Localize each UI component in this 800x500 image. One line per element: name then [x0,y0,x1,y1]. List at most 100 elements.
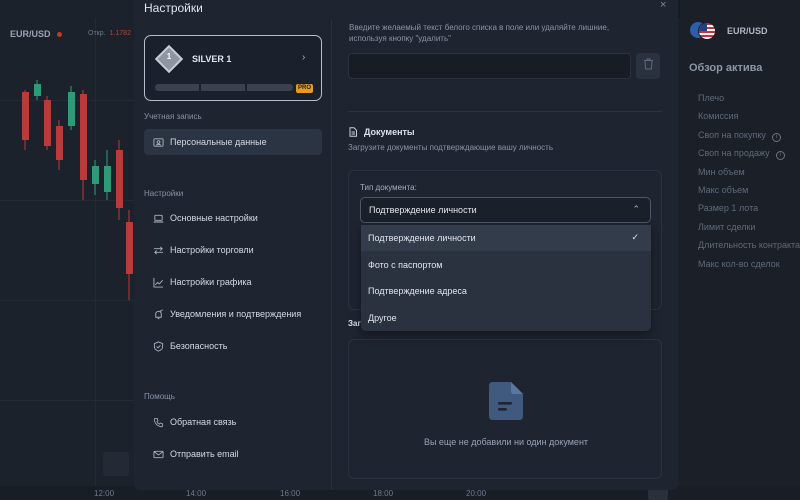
live-indicator-dot [57,32,62,37]
nav-item-chart-settings[interactable]: Настройки графика [144,269,322,295]
delete-button[interactable] [636,53,660,79]
nav-item-personal-data[interactable]: Персональные данные [144,129,322,155]
dropdown-option[interactable]: Подтверждение адреса [361,278,651,304]
candle-body [68,92,75,126]
nav-item-notifications[interactable]: Уведомления и подтверждения [144,301,322,327]
time-tick: 14:00 [186,489,207,498]
dropdown-option[interactable]: Другое [361,305,651,331]
nav-item-send-email[interactable]: Отправить email [144,441,322,467]
time-tick: 20:00 [466,489,487,498]
exchange-arrows-icon [153,245,164,256]
candle-body [104,166,111,192]
mail-icon [153,449,164,460]
document-type-dropdown: Подтверждение личности ✓ Фото с паспорто… [361,225,651,331]
bell-check-icon [153,308,164,320]
nav-item-label: Уведомления и подтверждения [170,309,302,319]
pro-badge: PRO [296,84,314,93]
dropdown-option[interactable]: Фото с паспортом [361,252,651,278]
asset-field: Плечо [698,93,725,103]
document-type-selected: Подтверждение личности [369,205,477,215]
asset-field: Мин объем [698,166,745,177]
document-type-select[interactable]: Подтверждение личности ⌃ [360,197,651,223]
uploaded-documents-label: Загруженные документы [348,319,362,328]
option-label: Подтверждение личности [368,233,476,243]
asset-field: Своп на покупку i [698,130,800,148]
candle-body [22,92,29,140]
laptop-icon [153,213,164,224]
level-card[interactable]: 1 SILVER 1 › PRO [144,35,322,101]
level-name: SILVER 1 [192,54,232,64]
id-card-icon [153,137,164,148]
chart-scroll-button[interactable] [103,452,129,476]
section-label-help: Помощь [144,392,175,401]
candle-body [116,150,123,208]
price-chart [0,0,140,500]
candle-body [44,100,51,146]
currency-flags-icon [690,22,722,40]
section-divider [348,111,662,112]
phone-icon [153,417,164,428]
candle-body [126,222,133,274]
nav-item-label: Персональные данные [170,137,267,147]
chevron-up-icon: ⌃ [632,204,640,214]
info-icon[interactable]: i [771,132,781,142]
documents-header: Документы [348,127,415,137]
candlestick-series [22,80,133,300]
option-label: Подтверждение адреса [368,286,467,296]
uploaded-documents-box: Вы еще не добавили ни один документ [348,339,662,479]
info-icon[interactable]: i [775,151,785,161]
candle-body [80,94,87,180]
nav-item-label: Безопасность [170,341,228,351]
settings-sidebar: 1 SILVER 1 › PRO Учетная запись Персонал… [134,20,332,490]
open-price-label: Откр. [88,30,106,37]
candle-body [92,166,99,184]
asset-field: Размер 1 лота [698,203,759,214]
nav-item-label: Обратная связь [170,417,237,427]
documents-title: Документы [364,127,415,137]
documents-subtitle: Загрузите документы подтверждающие вашу … [348,143,554,152]
nav-item-label: Основные настройки [170,213,258,223]
document-icon [348,127,358,137]
modal-title: Настройки [144,1,203,15]
nav-item-general-settings[interactable]: Основные настройки [144,205,322,231]
section-label-account: Учетная запись [144,112,202,121]
chevron-right-icon[interactable]: › [302,52,305,63]
asset-field: Макс кол-во сделок [698,258,780,269]
nav-item-trading-settings[interactable]: Настройки торговли [144,237,322,263]
option-label: Другое [368,313,397,323]
asset-field: Своп на продажу i [698,148,800,166]
asset-field: Макс объем [698,184,749,195]
time-tick: 12:00 [94,489,115,498]
progress-separator [245,84,247,91]
whitelist-input[interactable] [348,53,631,79]
candle-body [34,84,41,96]
asset-field: Лимит сделки [698,221,756,232]
option-label: Фото с паспортом [368,260,443,270]
us-flag-icon [698,22,716,40]
nav-item-label: Настройки торговли [170,245,254,255]
time-tick: 18:00 [373,489,394,498]
dropdown-option[interactable]: Подтверждение личности ✓ [361,225,651,251]
asset-field: Комиссия [698,111,739,122]
level-number: 1 [166,52,172,61]
candle-body [56,126,63,160]
check-icon: ✓ [631,232,639,242]
nav-item-label: Настройки графика [170,277,252,287]
shield-icon [153,340,164,352]
section-label-settings: Настройки [144,189,184,198]
asset-overview-title: Обзор актива [689,62,763,74]
nav-item-feedback[interactable]: Обратная связь [144,409,322,435]
open-price-value: 1.1782 [109,30,131,37]
empty-documents-message: Вы еще не добавили ни один документ [423,437,589,447]
level-progress-bar [155,84,293,91]
trash-icon [643,57,654,75]
nav-item-label: Отправить email [170,449,239,459]
asset-field: Длительность контракта [698,240,800,251]
nav-item-security[interactable]: Безопасность [144,333,322,359]
open-price: Откр. 1.1782 [88,30,131,37]
line-chart-icon [153,277,164,288]
asset-pair-label: EUR/USD [727,26,768,36]
asset-field-list: Плечо Комиссия Своп на покупку i Своп на … [698,93,800,277]
empty-document-icon [489,382,523,420]
document-type-label: Тип документа: [360,183,417,192]
